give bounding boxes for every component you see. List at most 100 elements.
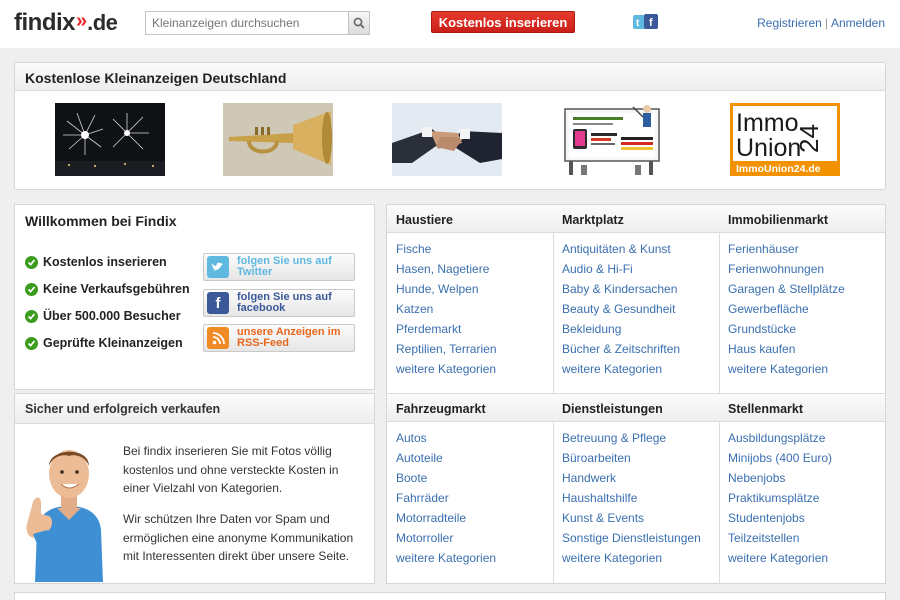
twitter-icon (207, 256, 229, 278)
follow-twitter-button[interactable]: folgen Sie uns auf Twitter (203, 253, 355, 281)
category-link[interactable]: Beauty & Gesundheit (562, 302, 675, 316)
sell-header: Sicher und erfolgreich verkaufen (15, 394, 374, 424)
fireworks-image (55, 112, 165, 176)
category-link[interactable]: Hasen, Nagetiere (396, 262, 489, 276)
category-link[interactable]: Ferienhäuser (728, 242, 799, 256)
more-categories-link[interactable]: weitere Kategorien (396, 362, 496, 376)
trumpet-image (223, 103, 333, 176)
svg-text:f: f (649, 17, 653, 29)
category-link[interactable]: Autoteile (396, 451, 443, 465)
more-categories-link[interactable]: weitere Kategorien (728, 551, 828, 565)
thumb-immo-union[interactable]: Immo Union 24 ImmoUnion24.de (730, 103, 840, 176)
check-icon (25, 255, 38, 269)
auth-links: Registrieren | Anmelden (757, 16, 885, 30)
category-link[interactable]: Boote (396, 471, 427, 485)
rss-icon (207, 327, 229, 349)
check-icon (25, 336, 38, 350)
billboard-image (564, 105, 660, 175)
category-link[interactable]: Haushaltshilfe (562, 491, 637, 505)
category-immobilienmarkt: Immobilienmarkt Ferienhäuser Ferienwohnu… (719, 205, 885, 379)
category-link[interactable]: Grundstücke (728, 322, 796, 336)
category-link[interactable]: Studentenjobs (728, 511, 805, 525)
search-button[interactable] (348, 11, 370, 35)
category-link[interactable]: Garagen & Stellplätze (728, 282, 845, 296)
category-fahrzeugmarkt: Fahrzeugmarkt Autos Autoteile Boote Fahr… (387, 394, 553, 568)
category-link[interactable]: Gewerbefläche (728, 302, 809, 316)
more-categories-link[interactable]: weitere Kategorien (396, 551, 496, 565)
category-link[interactable]: Nebenjobs (728, 471, 785, 485)
logo-tld: .de (87, 10, 118, 35)
search-input[interactable] (145, 11, 348, 35)
feature-label: Keine Verkaufsgebühren (43, 282, 190, 296)
category-link[interactable]: Fahrräder (396, 491, 449, 505)
thumb-fireworks[interactable] (55, 103, 165, 176)
categories-panel: Haustiere Fische Hasen, Nagetiere Hunde,… (386, 204, 886, 585)
welcome-header: Willkommen bei Findix (15, 205, 374, 235)
category-link[interactable]: Antiquitäten & Kunst (562, 242, 671, 256)
more-categories-link[interactable]: weitere Kategorien (562, 362, 662, 376)
category-link[interactable]: Baby & Kindersachen (562, 282, 677, 296)
category-marktplatz: Marktplatz Antiquitäten & Kunst Audio & … (553, 205, 719, 379)
welcome-title: Willkommen bei Findix (25, 213, 177, 229)
category-link[interactable]: Hunde, Welpen (396, 282, 479, 296)
thumb-trumpet[interactable] (223, 103, 333, 176)
follow-facebook-button[interactable]: f folgen Sie uns auf facebook (203, 289, 355, 317)
category-link[interactable]: Katzen (396, 302, 433, 316)
feature-item: Über 500.000 Besucher (25, 309, 181, 323)
thumb-billboard[interactable] (561, 103, 671, 176)
category-title: Stellenmarkt (719, 394, 885, 422)
category-link[interactable]: Bücher & Zeitschriften (562, 342, 680, 356)
feature-item: Keine Verkaufsgebühren (25, 282, 190, 296)
thumb-handshake[interactable] (392, 103, 502, 176)
welcome-panel: Willkommen bei Findix Kostenlos inserier… (14, 204, 375, 390)
social-icons[interactable]: t f (633, 12, 659, 32)
rss-feed-button[interactable]: unsere Anzeigen im RSS-Feed (203, 324, 355, 352)
category-link[interactable]: Autos (396, 431, 427, 445)
category-stellenmarkt: Stellenmarkt Ausbildungsplätze Minijobs … (719, 394, 885, 568)
register-link[interactable]: Registrieren (757, 16, 822, 30)
category-link[interactable]: Kunst & Events (562, 511, 644, 525)
login-link[interactable]: Anmelden (831, 16, 885, 30)
check-icon (25, 309, 38, 323)
auth-separator: | (824, 16, 828, 30)
svg-text:Immo: Immo (736, 109, 799, 137)
feature-item: Geprüfte Kleinanzeigen (25, 336, 183, 350)
category-link[interactable]: Praktikumsplätze (728, 491, 819, 505)
category-link[interactable]: Handwerk (562, 471, 616, 485)
more-categories-link[interactable]: weitere Kategorien (562, 551, 662, 565)
more-categories-link[interactable]: weitere Kategorien (728, 362, 828, 376)
category-link[interactable]: Pferdemarkt (396, 322, 461, 336)
category-link[interactable]: Ausbildungsplätze (728, 431, 825, 445)
svg-text:24: 24 (794, 124, 824, 153)
category-link[interactable]: Reptilien, Terrarien (396, 342, 497, 356)
search-bar (145, 11, 370, 35)
smiling-man-thumbs-up-image (26, 450, 103, 582)
category-link[interactable]: Ferienwohnungen (728, 262, 824, 276)
top-header: findix » .de Kostenlos inserieren t f Re… (0, 0, 900, 48)
site-logo[interactable]: findix » .de (14, 9, 118, 37)
showcase-header: Kostenlose Kleinanzeigen Deutschland (15, 63, 885, 91)
category-link[interactable]: Sonstige Dienstleistungen (562, 531, 701, 545)
search-icon (353, 17, 365, 29)
footer-panel-edge (14, 592, 886, 600)
feature-label: Geprüfte Kleinanzeigen (43, 336, 183, 350)
category-title: Fahrzeugmarkt (387, 394, 553, 422)
category-dienstleistungen: Dienstleistungen Betreuung & Pflege Büro… (553, 394, 719, 568)
category-title: Immobilienmarkt (719, 205, 885, 233)
category-link[interactable]: Minijobs (400 Euro) (728, 451, 832, 465)
category-link[interactable]: Haus kaufen (728, 342, 795, 356)
category-link[interactable]: Fische (396, 242, 431, 256)
feature-item: Kostenlos inserieren (25, 255, 167, 269)
category-link[interactable]: Audio & Hi-Fi (562, 262, 633, 276)
category-link[interactable]: Betreuung & Pflege (562, 431, 666, 445)
immo-union-logo: Immo Union 24 ImmoUnion24.de (730, 103, 840, 176)
category-link[interactable]: Teilzeitstellen (728, 531, 799, 545)
category-link[interactable]: Motorroller (396, 531, 453, 545)
post-ad-button[interactable]: Kostenlos inserieren (431, 11, 575, 33)
sell-paragraph-1: Bei findix inserieren Sie mit Fotos völl… (123, 444, 339, 495)
category-link[interactable]: Büroarbeiten (562, 451, 631, 465)
category-title: Marktplatz (553, 205, 719, 233)
category-link[interactable]: Motorradteile (396, 511, 466, 525)
check-icon (25, 282, 38, 296)
category-link[interactable]: Bekleidung (562, 322, 621, 336)
